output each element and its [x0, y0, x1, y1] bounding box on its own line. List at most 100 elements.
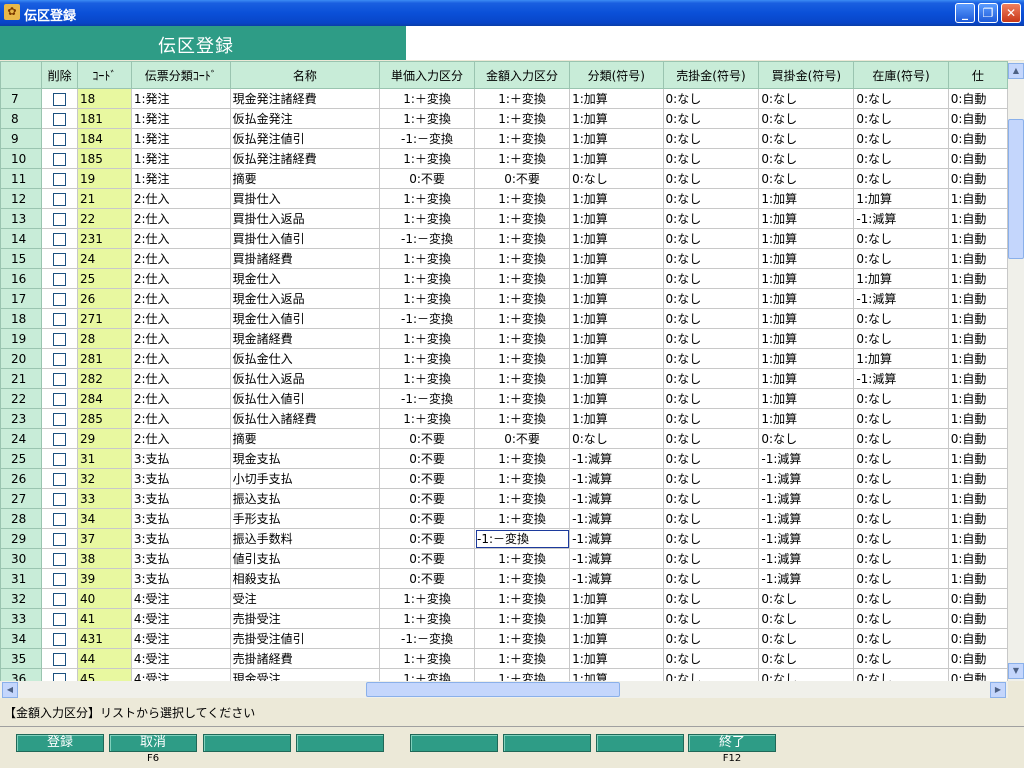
classification-cell[interactable]: 1:加算 — [569, 668, 664, 681]
name-cell[interactable]: 値引支払 — [230, 548, 381, 569]
amount-input-cell[interactable]: 1:＋変換 — [474, 288, 571, 309]
unit-price-input-cell[interactable]: -1:－変換 — [379, 308, 476, 329]
column-header[interactable]: 削除 — [41, 61, 78, 89]
extra-cell[interactable]: 1:自動 — [948, 368, 1008, 389]
stock-cell[interactable]: -1:減算 — [853, 368, 949, 389]
column-header[interactable]: 買掛金(符号) — [758, 61, 855, 89]
payable-cell[interactable]: 0:なし — [758, 588, 855, 609]
name-cell[interactable]: 現金仕入 — [230, 268, 381, 289]
stock-cell[interactable]: 1:加算 — [853, 188, 949, 209]
classification-cell[interactable]: 1:加算 — [569, 308, 664, 329]
name-cell[interactable]: 受注 — [230, 588, 381, 609]
slip-category-cell[interactable]: 1:発注 — [131, 168, 231, 189]
delete-checkbox[interactable] — [53, 212, 67, 226]
name-cell[interactable]: 売掛諸経費 — [230, 648, 381, 669]
table-row[interactable]: 17 26 2:仕入 現金仕入返品 1:＋変換 1:＋変換 1:加算 0:なし 1:加算 -1:減… — [0, 288, 1008, 309]
delete-checkbox[interactable] — [53, 172, 67, 186]
column-header[interactable]: 分類(符号) — [569, 61, 664, 89]
code-cell[interactable]: 28 — [77, 328, 132, 349]
extra-cell[interactable]: 0:自動 — [948, 428, 1008, 449]
extra-cell[interactable]: 0:自動 — [948, 88, 1008, 109]
receivable-cell[interactable]: 0:なし — [663, 508, 760, 529]
classification-cell[interactable]: 1:加算 — [569, 188, 664, 209]
table-row[interactable]: 11 19 1:発注 摘要 0:不要 0:不要 0:なし 0:なし 0:なし 0:なし 0:自動 — [0, 168, 1008, 189]
delete-checkbox[interactable] — [53, 252, 67, 266]
code-cell[interactable]: 21 — [77, 188, 132, 209]
slip-category-cell[interactable]: 1:発注 — [131, 108, 231, 129]
delete-checkbox[interactable] — [53, 432, 67, 446]
classification-cell[interactable]: 1:加算 — [569, 208, 664, 229]
classification-cell[interactable]: 1:加算 — [569, 88, 664, 109]
unit-price-input-cell[interactable]: 1:＋変換 — [379, 248, 476, 269]
table-row[interactable]: 23 285 2:仕入 仮払仕入諸経費 1:＋変換 1:＋変換 1:加算 0:なし 1:加算 0:… — [0, 408, 1008, 429]
function-key-button-4[interactable] — [296, 734, 384, 752]
unit-price-input-cell[interactable]: -1:－変換 — [379, 628, 476, 649]
extra-cell[interactable]: 1:自動 — [948, 448, 1008, 469]
receivable-cell[interactable]: 0:なし — [663, 208, 760, 229]
function-key-button-5[interactable] — [410, 734, 498, 752]
code-cell[interactable]: 32 — [77, 468, 132, 489]
extra-cell[interactable]: 1:自動 — [948, 468, 1008, 489]
name-cell[interactable]: 手形支払 — [230, 508, 381, 529]
slip-category-cell[interactable]: 2:仕入 — [131, 228, 231, 249]
receivable-cell[interactable]: 0:なし — [663, 668, 760, 681]
table-row[interactable]: 14 231 2:仕入 買掛仕入値引 -1:－変換 1:＋変換 1:加算 0:なし 1:加算 0:… — [0, 228, 1008, 249]
extra-cell[interactable]: 1:自動 — [948, 188, 1008, 209]
receivable-cell[interactable]: 0:なし — [663, 608, 760, 629]
amount-input-cell[interactable]: 1:＋変換 — [474, 148, 571, 169]
slip-category-cell[interactable]: 2:仕入 — [131, 388, 231, 409]
unit-price-input-cell[interactable]: 0:不要 — [379, 528, 476, 549]
stock-cell[interactable]: 0:なし — [853, 488, 949, 509]
delete-checkbox[interactable] — [53, 652, 67, 666]
extra-cell[interactable]: 0:自動 — [948, 628, 1008, 649]
delete-checkbox[interactable] — [53, 492, 67, 506]
slip-category-cell[interactable]: 2:仕入 — [131, 288, 231, 309]
delete-checkbox[interactable] — [53, 152, 67, 166]
stock-cell[interactable]: -1:減算 — [853, 288, 949, 309]
function-key-button-8[interactable]: 終了 — [688, 734, 776, 752]
table-row[interactable]: 20 281 2:仕入 仮払金仕入 1:＋変換 1:＋変換 1:加算 0:なし 1:加算 1:加算… — [0, 348, 1008, 369]
slip-category-cell[interactable]: 3:支払 — [131, 548, 231, 569]
payable-cell[interactable]: -1:減算 — [758, 548, 855, 569]
delete-checkbox[interactable] — [53, 532, 67, 546]
code-cell[interactable]: 31 — [77, 448, 132, 469]
unit-price-input-cell[interactable]: 0:不要 — [379, 448, 476, 469]
payable-cell[interactable]: 0:なし — [758, 108, 855, 129]
name-cell[interactable]: 現金発注諸経費 — [230, 88, 381, 109]
stock-cell[interactable]: 0:なし — [853, 108, 949, 129]
payable-cell[interactable]: 1:加算 — [758, 388, 855, 409]
classification-cell[interactable]: -1:減算 — [569, 528, 664, 549]
column-header[interactable] — [0, 61, 43, 89]
unit-price-input-cell[interactable]: 0:不要 — [379, 548, 476, 569]
stock-cell[interactable]: 0:なし — [853, 588, 949, 609]
table-row[interactable]: 36 45 4:受注 現金受注 1:＋変換 1:＋変換 1:加算 0:なし 0:なし 0:なし 0:… — [0, 668, 1008, 681]
classification-cell[interactable]: -1:減算 — [569, 548, 664, 569]
function-key-button-3[interactable] — [203, 734, 291, 752]
amount-input-cell[interactable]: 1:＋変換 — [474, 308, 571, 329]
extra-cell[interactable]: 0:自動 — [948, 148, 1008, 169]
receivable-cell[interactable]: 0:なし — [663, 628, 760, 649]
extra-cell[interactable]: 1:自動 — [948, 568, 1008, 589]
stock-cell[interactable]: 1:加算 — [853, 268, 949, 289]
amount-input-cell[interactable]: 1:＋変換 — [474, 348, 571, 369]
table-row[interactable]: 19 28 2:仕入 現金諸経費 1:＋変換 1:＋変換 1:加算 0:なし 1:加算 0:なし 1… — [0, 328, 1008, 349]
vertical-scrollbar[interactable]: ▲ ▼ — [1008, 61, 1024, 681]
amount-input-cell[interactable]: 1:＋変換 — [474, 128, 571, 149]
extra-cell[interactable]: 1:自動 — [948, 268, 1008, 289]
stock-cell[interactable]: 0:なし — [853, 448, 949, 469]
slip-category-cell[interactable]: 2:仕入 — [131, 428, 231, 449]
payable-cell[interactable]: 1:加算 — [758, 268, 855, 289]
amount-input-cell[interactable]: 1:＋変換 — [474, 608, 571, 629]
payable-cell[interactable]: 1:加算 — [758, 348, 855, 369]
unit-price-input-cell[interactable]: 1:＋変換 — [379, 328, 476, 349]
classification-cell[interactable]: 1:加算 — [569, 108, 664, 129]
scroll-right-button[interactable]: ▶ — [990, 682, 1006, 698]
code-cell[interactable]: 431 — [77, 628, 132, 649]
slip-category-cell[interactable]: 2:仕入 — [131, 208, 231, 229]
delete-checkbox[interactable] — [53, 232, 67, 246]
table-row[interactable]: 26 32 3:支払 小切手支払 0:不要 1:＋変換 -1:減算 0:なし -1:減算 0:なし… — [0, 468, 1008, 489]
table-row[interactable]: 12 21 2:仕入 買掛仕入 1:＋変換 1:＋変換 1:加算 0:なし 1:加算 1:加算 1:… — [0, 188, 1008, 209]
delete-checkbox[interactable] — [53, 672, 67, 681]
code-cell[interactable]: 37 — [77, 528, 132, 549]
delete-checkbox[interactable] — [53, 132, 67, 146]
